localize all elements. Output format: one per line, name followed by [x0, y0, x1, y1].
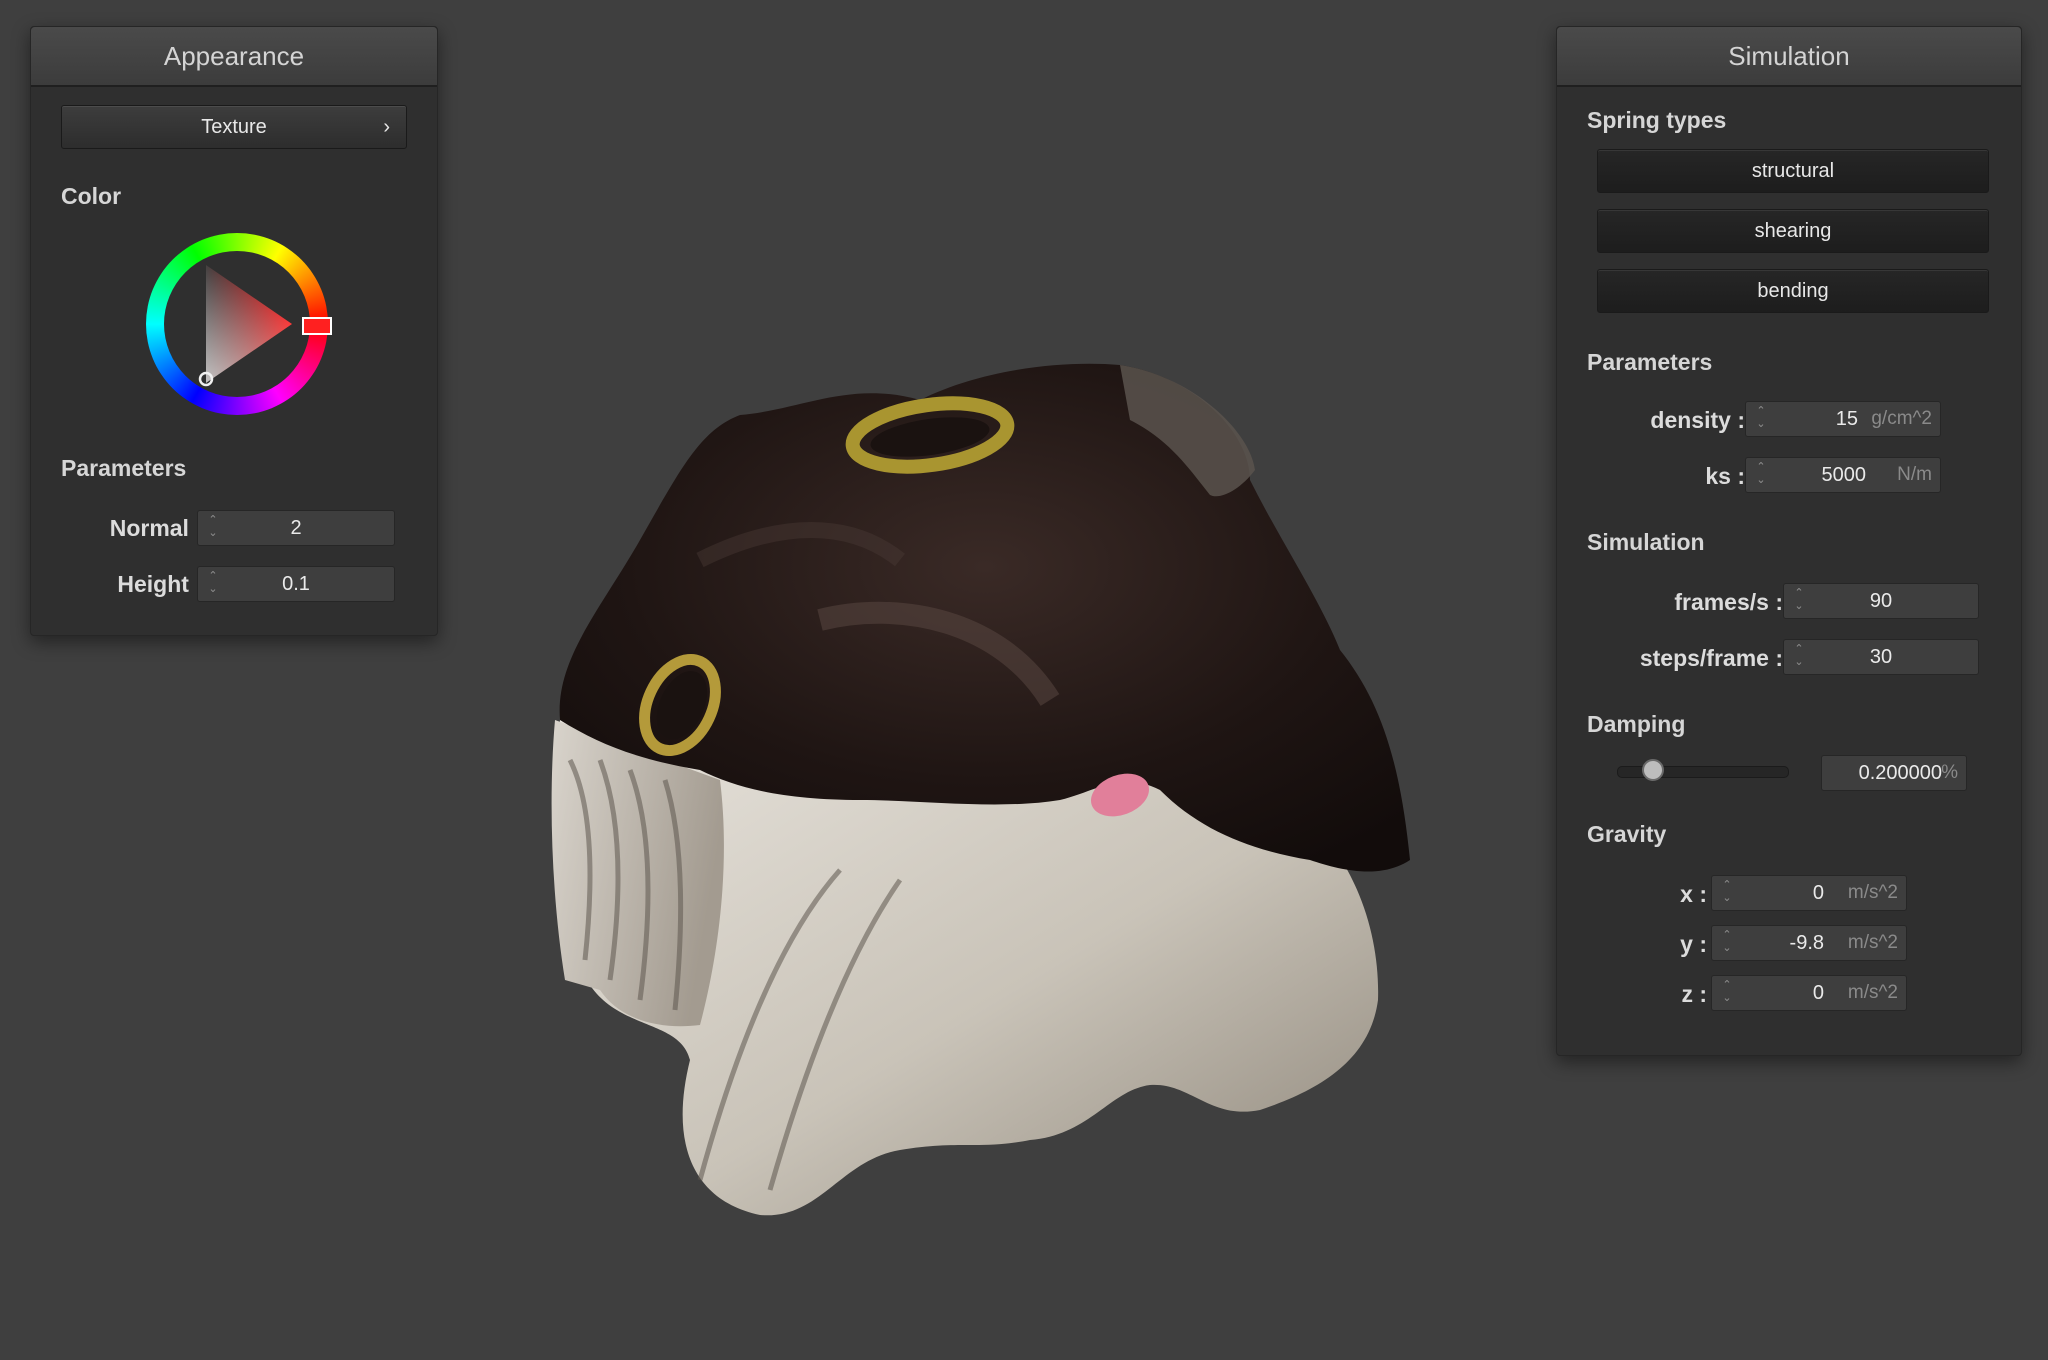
- parameters-label: Parameters: [61, 455, 187, 481]
- steps-label: steps/frame :: [1639, 645, 1783, 671]
- ks-spinner[interactable]: ⌃ ⌄ 5000 N/m: [1745, 457, 1941, 493]
- ks-label: ks :: [1705, 463, 1745, 489]
- appearance-title: Appearance: [31, 27, 437, 87]
- up-down-arrows-icon[interactable]: ⌃ ⌄: [1754, 461, 1768, 487]
- up-down-arrows-icon[interactable]: ⌃ ⌄: [1754, 405, 1768, 431]
- gravity-x-label: x :: [1680, 881, 1707, 907]
- sim-parameters-label: Parameters: [1587, 349, 1713, 375]
- shearing-button[interactable]: shearing: [1597, 209, 1989, 253]
- fps-label: frames/s :: [1674, 589, 1783, 615]
- gravity-z-spinner[interactable]: ⌃ ⌄ 0 m/s^2: [1711, 975, 1907, 1011]
- simulation-section-label: Simulation: [1587, 529, 1705, 555]
- gravity-z-unit: m/s^2: [1847, 982, 1898, 1003]
- gravity-x-value: 0: [1812, 882, 1824, 904]
- height-value: 0.1: [282, 573, 310, 595]
- gravity-x-unit: m/s^2: [1847, 882, 1898, 903]
- ks-value: 5000: [1821, 464, 1867, 486]
- damping-slider-knob[interactable]: [1642, 759, 1664, 781]
- density-value: 15: [1835, 408, 1858, 430]
- up-down-arrows-icon[interactable]: ⌃ ⌄: [1720, 979, 1734, 1005]
- spring-types-label: Spring types: [1587, 107, 1727, 133]
- damping-field[interactable]: 0.200000 %: [1821, 755, 1967, 791]
- ks-unit: N/m: [1897, 464, 1932, 485]
- up-down-arrows-icon[interactable]: ⌃ ⌄: [1720, 929, 1734, 955]
- gravity-label: Gravity: [1587, 821, 1667, 847]
- steps-value: 30: [1869, 646, 1893, 668]
- height-spinner[interactable]: ⌃ ⌄ 0.1: [197, 566, 395, 602]
- steps-spinner[interactable]: ⌃ ⌄ 30: [1783, 639, 1979, 675]
- simulation-panel: Simulation Spring types structural shear…: [1556, 26, 2022, 1056]
- chevron-right-icon: ›: [383, 116, 390, 138]
- gravity-y-value: -9.8: [1789, 932, 1824, 954]
- damping-label: Damping: [1587, 711, 1686, 737]
- height-label: Height :: [117, 571, 203, 597]
- gravity-y-spinner[interactable]: ⌃ ⌄ -9.8 m/s^2: [1711, 925, 1907, 961]
- up-down-arrows-icon[interactable]: ⌃ ⌄: [1720, 879, 1734, 905]
- texture-button-label: Texture: [201, 116, 267, 138]
- damping-value: 0.200000: [1858, 762, 1942, 784]
- normal-value: 2: [290, 517, 302, 539]
- gravity-y-label: y :: [1680, 931, 1707, 957]
- color-triangle[interactable]: [146, 233, 328, 415]
- structural-button[interactable]: structural: [1597, 149, 1989, 193]
- fps-spinner[interactable]: ⌃ ⌄ 90: [1783, 583, 1979, 619]
- hue-selector[interactable]: [302, 317, 332, 335]
- density-label: density :: [1650, 407, 1745, 433]
- gravity-z-label: z :: [1681, 981, 1707, 1007]
- color-label: Color: [61, 183, 122, 209]
- appearance-panel: Appearance Texture › Color Parameters No…: [30, 26, 438, 636]
- gravity-y-unit: m/s^2: [1847, 932, 1898, 953]
- damping-unit: %: [1941, 762, 1958, 783]
- color-wheel[interactable]: [146, 233, 332, 415]
- density-spinner[interactable]: ⌃ ⌄ 15 g/cm^2: [1745, 401, 1941, 437]
- gravity-z-value: 0: [1812, 982, 1824, 1004]
- bending-button[interactable]: bending: [1597, 269, 1989, 313]
- simulation-title: Simulation: [1557, 27, 2021, 87]
- normal-label: Normal :: [109, 515, 203, 541]
- density-unit: g/cm^2: [1871, 408, 1932, 429]
- normal-spinner[interactable]: ⌃ ⌄ 2: [197, 510, 395, 546]
- gravity-x-spinner[interactable]: ⌃ ⌄ 0 m/s^2: [1711, 875, 1907, 911]
- texture-button[interactable]: Texture ›: [61, 105, 407, 149]
- fps-value: 90: [1869, 590, 1893, 612]
